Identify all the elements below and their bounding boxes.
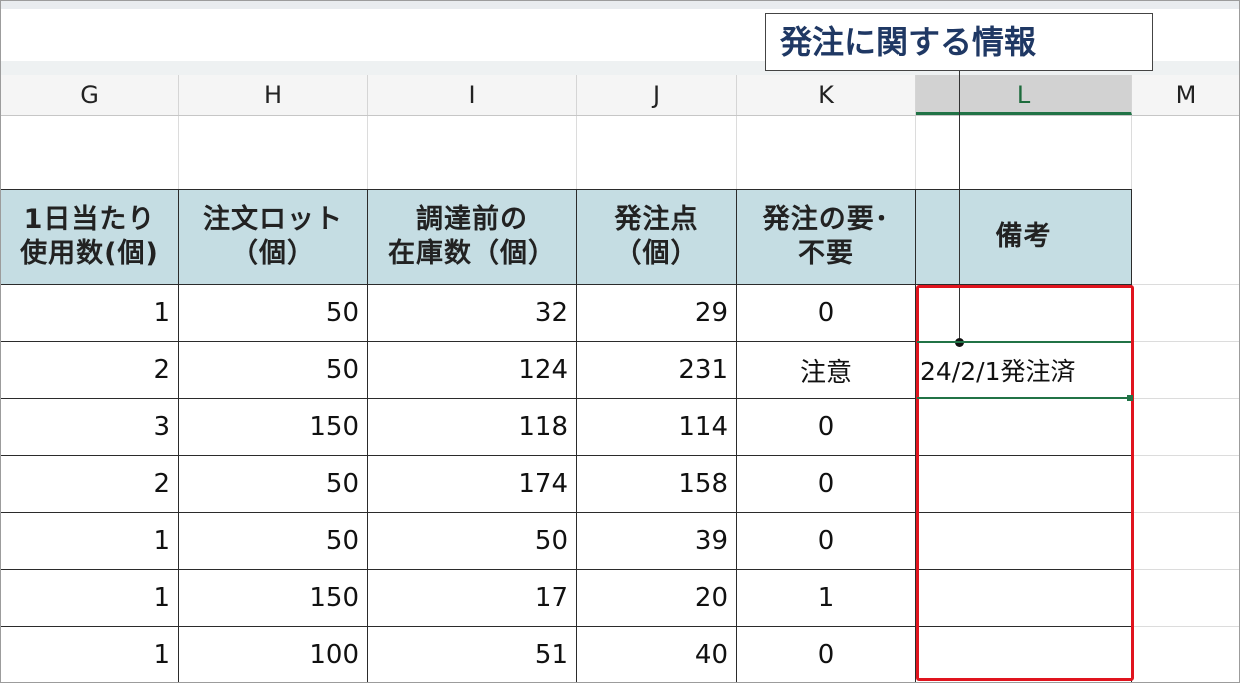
table-header-stock-before[interactable]: 調達前の 在庫数（個） bbox=[368, 189, 577, 285]
table-cell-order-required[interactable]: 0 bbox=[737, 285, 916, 342]
gridline bbox=[576, 116, 577, 189]
table-cell-order-required[interactable]: 0 bbox=[737, 513, 916, 570]
header-line: 不要 bbox=[798, 238, 854, 269]
table-header-order-required[interactable]: 発注の要･ 不要 bbox=[737, 189, 916, 285]
gridline bbox=[915, 116, 916, 189]
column-header-i[interactable]: I bbox=[368, 75, 577, 115]
table-cell-reorder-point[interactable]: 40 bbox=[577, 627, 737, 682]
header-line: 使用数(個) bbox=[20, 238, 159, 269]
table-cell-order-required[interactable]: 0 bbox=[737, 399, 916, 456]
gridline bbox=[178, 116, 179, 189]
gridline bbox=[1132, 398, 1239, 399]
fill-handle[interactable] bbox=[1127, 395, 1133, 401]
table-cell-daily-usage[interactable]: 3 bbox=[1, 399, 179, 456]
table-cell-daily-usage[interactable]: 1 bbox=[1, 285, 179, 342]
column-header-g[interactable]: G bbox=[1, 75, 179, 115]
gridline bbox=[1132, 626, 1239, 627]
table-cell-daily-usage[interactable]: 1 bbox=[1, 570, 179, 627]
column-header-h[interactable]: H bbox=[179, 75, 368, 115]
gridline bbox=[367, 116, 368, 189]
gridline bbox=[1132, 284, 1239, 285]
table-cell-daily-usage[interactable]: 2 bbox=[1, 342, 179, 399]
table-cell-stock-before[interactable]: 32 bbox=[368, 285, 577, 342]
header-line: 在庫数（個） bbox=[388, 238, 556, 269]
header-line: 備考 bbox=[995, 221, 1052, 252]
column-header-k[interactable]: K bbox=[737, 75, 916, 115]
table-cell-order-lot[interactable]: 50 bbox=[179, 285, 368, 342]
table-cell-order-lot[interactable]: 50 bbox=[179, 456, 368, 513]
header-line: （個） bbox=[231, 238, 315, 269]
header-line: 発注点 bbox=[614, 204, 699, 235]
column-header-bar: G H I J K L M bbox=[1, 75, 1239, 116]
table-cell-reorder-point[interactable]: 158 bbox=[577, 456, 737, 513]
column-header-l[interactable]: L bbox=[916, 75, 1132, 115]
spreadsheet-window: G H I J K L M 1日当たり 使用数(個) 注文ロット （個） 調達前の 在庫数… bbox=[0, 0, 1240, 683]
header-line: （個） bbox=[614, 238, 699, 269]
toolbar-strip bbox=[1, 1, 1239, 9]
table-cell-order-lot[interactable]: 50 bbox=[179, 342, 368, 399]
table-cell-reorder-point[interactable]: 39 bbox=[577, 513, 737, 570]
header-line: 発注の要･ bbox=[762, 204, 890, 235]
gridline bbox=[1132, 569, 1239, 570]
column-header-j[interactable]: J bbox=[577, 75, 737, 115]
table-cell-daily-usage[interactable]: 1 bbox=[1, 513, 179, 570]
table-cell-stock-before[interactable]: 50 bbox=[368, 513, 577, 570]
table-cell-stock-before[interactable]: 124 bbox=[368, 342, 577, 399]
table-header-reorder-point[interactable]: 発注点 （個） bbox=[577, 189, 737, 285]
table-cell-order-lot[interactable]: 50 bbox=[179, 513, 368, 570]
table-cell-daily-usage[interactable]: 1 bbox=[1, 627, 179, 682]
header-line: 調達前の bbox=[416, 204, 528, 235]
table-cell-order-required[interactable]: 0 bbox=[737, 627, 916, 682]
table-cell-stock-before[interactable]: 118 bbox=[368, 399, 577, 456]
table-cell-daily-usage[interactable]: 2 bbox=[1, 456, 179, 513]
column-header-m[interactable]: M bbox=[1132, 75, 1239, 115]
table-cell-reorder-point[interactable]: 114 bbox=[577, 399, 737, 456]
table-cell-order-lot[interactable]: 150 bbox=[179, 399, 368, 456]
gridline bbox=[736, 116, 737, 189]
table-cell-reorder-point[interactable]: 20 bbox=[577, 570, 737, 627]
table-header-daily-usage[interactable]: 1日当たり 使用数(個) bbox=[1, 189, 179, 285]
table-cell-order-required[interactable]: 注意 bbox=[737, 342, 916, 399]
table-cell-order-lot[interactable]: 100 bbox=[179, 627, 368, 682]
table-cell-order-required[interactable]: 0 bbox=[737, 456, 916, 513]
table-cell-order-required[interactable]: 1 bbox=[737, 570, 916, 627]
gridline bbox=[1132, 455, 1239, 456]
table-cell-stock-before[interactable]: 17 bbox=[368, 570, 577, 627]
table-cell-reorder-point[interactable]: 231 bbox=[577, 342, 737, 399]
header-line: 1日当たり bbox=[23, 204, 156, 235]
callout-label: 発注に関する情報 bbox=[765, 13, 1153, 71]
header-line: 注文ロット bbox=[203, 204, 343, 235]
table-header-remarks[interactable]: 備考 bbox=[916, 189, 1132, 285]
table-header-order-lot[interactable]: 注文ロット （個） bbox=[179, 189, 368, 285]
gridline bbox=[1132, 341, 1239, 342]
table-cell-order-lot[interactable]: 150 bbox=[179, 570, 368, 627]
gridline bbox=[1132, 512, 1239, 513]
table-cell-stock-before[interactable]: 51 bbox=[368, 627, 577, 682]
active-cell-outline bbox=[917, 341, 1131, 399]
table-cell-reorder-point[interactable]: 29 bbox=[577, 285, 737, 342]
table-cell-stock-before[interactable]: 174 bbox=[368, 456, 577, 513]
